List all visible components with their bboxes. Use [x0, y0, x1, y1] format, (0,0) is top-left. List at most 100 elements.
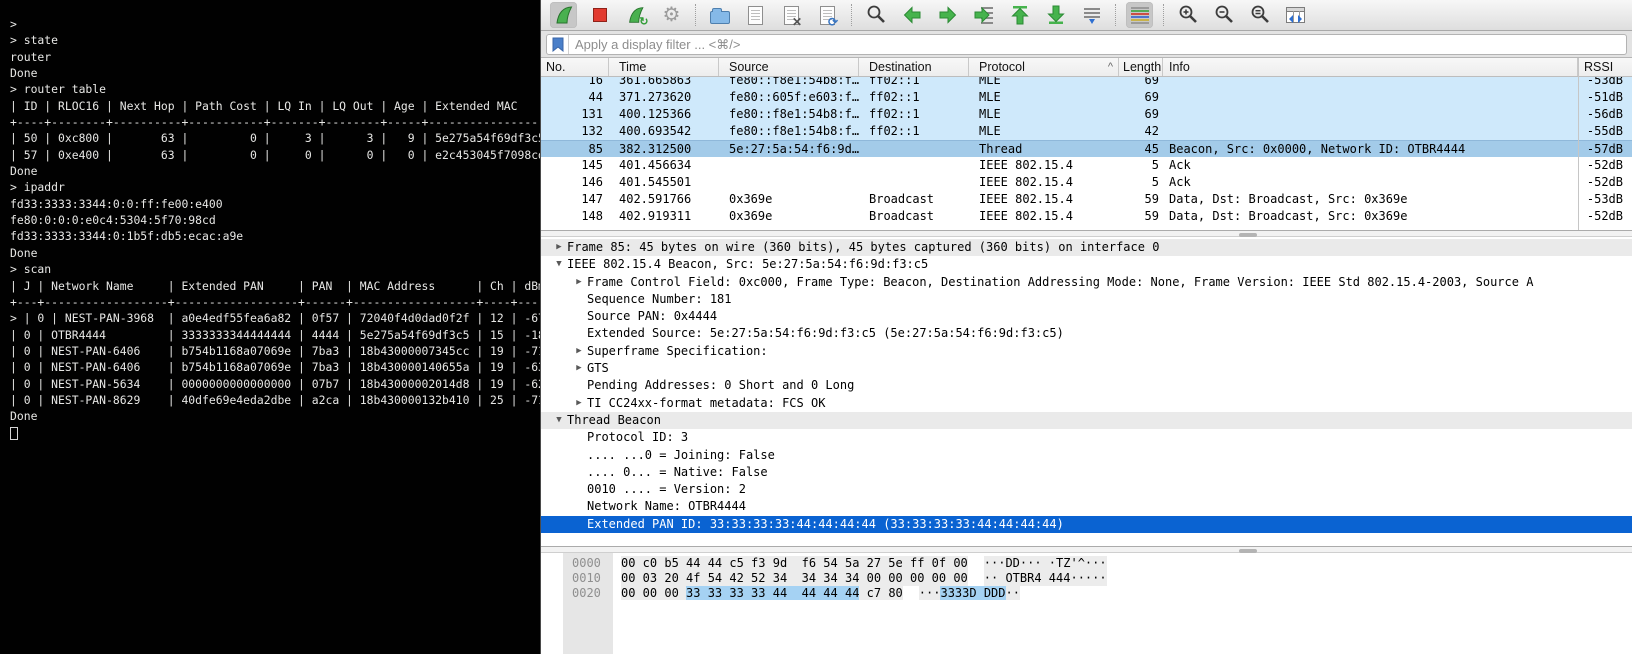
detail-row-frame-control[interactable]: ▶Frame Control Field: 0xc000, Frame Type… — [541, 274, 1632, 291]
hex-bytes[interactable]: 00 03 20 4f 54 42 52 34 34 34 34 00 00 0… — [621, 571, 968, 586]
stop-capture-button[interactable] — [586, 2, 613, 28]
detail-text: Extended PAN ID: 33:33:33:33:44:44:44:44… — [587, 516, 1064, 533]
horizontal-scrollbar-thumb[interactable] — [1239, 233, 1257, 237]
find-packet-button[interactable] — [862, 2, 889, 28]
cell-source: fe80::f8e1:54b8:f… — [719, 106, 859, 123]
go-back-button[interactable] — [898, 2, 925, 28]
folder-icon — [710, 11, 730, 24]
reload-file-button[interactable]: ⟳ — [814, 2, 841, 28]
restart-capture-button[interactable]: ↻ — [622, 2, 649, 28]
column-header-length[interactable]: Length — [1119, 58, 1163, 76]
packet-row[interactable]: 132 400.693542 fe80::f8e1:54b8:f… ff02::… — [541, 123, 1632, 140]
detail-row-protocol-id[interactable]: Protocol ID: 3 — [541, 429, 1632, 446]
go-forward-button[interactable] — [934, 2, 961, 28]
start-capture-button[interactable] — [550, 2, 577, 28]
detail-row-source-pan[interactable]: Source PAN: 0x4444 — [541, 308, 1632, 325]
cell-protocol: MLE — [969, 77, 1119, 84]
cell-no: 147 — [541, 191, 609, 208]
detail-row-ieee802154[interactable]: ▼IEEE 802.15.4 Beacon, Src: 5e:27:5a:54:… — [541, 256, 1632, 273]
column-header-source[interactable]: Source — [719, 58, 859, 76]
capture-options-button[interactable]: ⚙ — [658, 2, 685, 28]
cell-source: fe80::605f:e603:f… — [719, 89, 859, 106]
hex-row[interactable]: 0000 00 c0 b5 44 44 c5 f3 9d f6 54 5a 27… — [563, 556, 1632, 571]
packet-row[interactable]: 44 371.273620 fe80::605f:e603:f… ff02::1… — [541, 89, 1632, 106]
packet-row[interactable]: 147 402.591766 0x369e Broadcast IEEE 802… — [541, 191, 1632, 208]
column-header-rssi[interactable]: RSSI — [1578, 58, 1632, 76]
hex-offset: 0010 — [563, 571, 613, 586]
open-file-button[interactable] — [706, 2, 733, 28]
cell-protocol: Thread — [969, 141, 1119, 157]
column-header-time[interactable]: Time — [609, 58, 719, 76]
detail-row-gts[interactable]: ▶GTS — [541, 360, 1632, 377]
column-header-protocol[interactable]: Protocol^ — [969, 58, 1119, 76]
hex-row[interactable]: 0010 00 03 20 4f 54 42 52 34 34 34 34 00… — [563, 571, 1632, 586]
auto-scroll-button[interactable] — [1078, 2, 1105, 28]
detail-row-ti-metadata[interactable]: ▶TI CC24xx-format metadata: FCS OK — [541, 395, 1632, 412]
expander-icon[interactable]: ▶ — [551, 239, 567, 256]
detail-row-joining[interactable]: .... ...0 = Joining: False — [541, 447, 1632, 464]
close-file-button[interactable]: ✕ — [778, 2, 805, 28]
expander-icon[interactable]: ▶ — [571, 360, 587, 377]
hex-ascii[interactable]: ···DD··· ·TZ'^··· — [984, 556, 1107, 571]
detail-row-frame[interactable]: ▶Frame 85: 45 bytes on wire (360 bits), … — [541, 239, 1632, 256]
cell-source — [719, 174, 859, 191]
hex-ascii[interactable]: ···3333D DDD·· — [919, 586, 1020, 601]
column-header-destination[interactable]: Destination — [859, 58, 969, 76]
colorize-packets-button[interactable] — [1126, 2, 1153, 28]
cell-length: 59 — [1119, 208, 1163, 225]
detail-row-extended-source[interactable]: Extended Source: 5e:27:5a:54:f6:9d:f3:c5… — [541, 325, 1632, 342]
detail-row-native[interactable]: .... 0... = Native: False — [541, 464, 1632, 481]
detail-row-pending-addresses[interactable]: Pending Addresses: 0 Short and 0 Long — [541, 377, 1632, 394]
column-header-info[interactable]: Info — [1163, 58, 1578, 76]
cell-destination: ff02::1 — [859, 77, 969, 84]
expander-icon[interactable]: ▼ — [551, 256, 567, 273]
expander-icon[interactable]: ▼ — [551, 412, 567, 429]
save-document-icon — [748, 6, 763, 25]
cell-destination — [859, 174, 969, 191]
hex-offset: 0020 — [563, 586, 613, 601]
first-packet-button[interactable] — [1006, 2, 1033, 28]
packet-row[interactable]: 146 401.545501 IEEE 802.15.4 5 Ack -52dB — [541, 174, 1632, 191]
detail-row-superframe[interactable]: ▶Superframe Specification: — [541, 343, 1632, 360]
packet-row[interactable]: 131 400.125366 fe80::f8e1:54b8:f… ff02::… — [541, 106, 1632, 123]
hex-bytes[interactable]: 00 c0 b5 44 44 c5 f3 9d f6 54 5a 27 5e f… — [621, 556, 968, 571]
expander-icon[interactable]: ▶ — [571, 274, 587, 291]
zoom-in-button[interactable] — [1174, 2, 1201, 28]
detail-row-sequence-number[interactable]: Sequence Number: 181 — [541, 291, 1632, 308]
detail-text: Thread Beacon — [567, 412, 661, 429]
detail-row-extended-pan-id-selected[interactable]: Extended PAN ID: 33:33:33:33:44:44:44:44… — [541, 516, 1632, 533]
detail-row-version[interactable]: 0010 .... = Version: 2 — [541, 481, 1632, 498]
pane-splitter[interactable] — [541, 230, 1632, 237]
hex-row[interactable]: 0020 00 00 00 33 33 33 33 44 44 44 44 c7… — [563, 586, 1632, 601]
packet-row[interactable]: 16 361.665863 fe80::f8e1:54b8:f… ff02::1… — [541, 77, 1632, 89]
cell-length: 69 — [1119, 77, 1163, 84]
terminal-pane[interactable]: > > state router Done > router table | I… — [0, 0, 540, 654]
hex-ascii-highlighted: 3333D DDD — [940, 586, 1005, 600]
detail-row-thread-beacon[interactable]: ▼Thread Beacon — [541, 412, 1632, 429]
packet-row[interactable]: 148 402.919311 0x369e Broadcast IEEE 802… — [541, 208, 1632, 225]
packet-row-selected[interactable]: 85 382.312500 5e:27:5a:54:f6:9d… Thread … — [541, 140, 1632, 157]
hex-ascii[interactable]: ·· OTBR4 444····· — [984, 571, 1107, 586]
cell-rssi: -52dB — [1578, 208, 1632, 225]
column-header-no[interactable]: No. — [541, 58, 609, 76]
reload-document-icon: ⟳ — [820, 6, 835, 25]
display-filter-field[interactable] — [546, 34, 1627, 55]
last-packet-button[interactable] — [1042, 2, 1069, 28]
terminal-line: | 50 | 0xc800 | 63 | 0 | 3 | 3 | 9 | 5e2… — [10, 130, 540, 146]
detail-row-network-name[interactable]: Network Name: OTBR4444 — [541, 498, 1632, 515]
zoom-out-button[interactable] — [1210, 2, 1237, 28]
terminal-line: > ipaddr — [10, 179, 540, 195]
packet-row[interactable]: 145 401.456634 IEEE 802.15.4 5 Ack -52dB — [541, 157, 1632, 174]
cell-length: 5 — [1119, 157, 1163, 174]
display-filter-input[interactable] — [569, 35, 1626, 54]
resize-columns-button[interactable] — [1282, 2, 1309, 28]
expander-icon[interactable]: ▶ — [571, 343, 587, 360]
go-to-packet-button[interactable] — [970, 2, 997, 28]
detail-text: TI CC24xx-format metadata: FCS OK — [587, 395, 825, 412]
hex-bytes[interactable]: 00 00 00 33 33 33 33 44 44 44 44 c7 80 — [621, 586, 903, 601]
expander-icon[interactable]: ▶ — [571, 395, 587, 412]
filter-bookmark-icon[interactable] — [547, 35, 569, 54]
pane-splitter[interactable] — [541, 546, 1632, 553]
zoom-original-button[interactable] — [1246, 2, 1273, 28]
save-file-button[interactable] — [742, 2, 769, 28]
